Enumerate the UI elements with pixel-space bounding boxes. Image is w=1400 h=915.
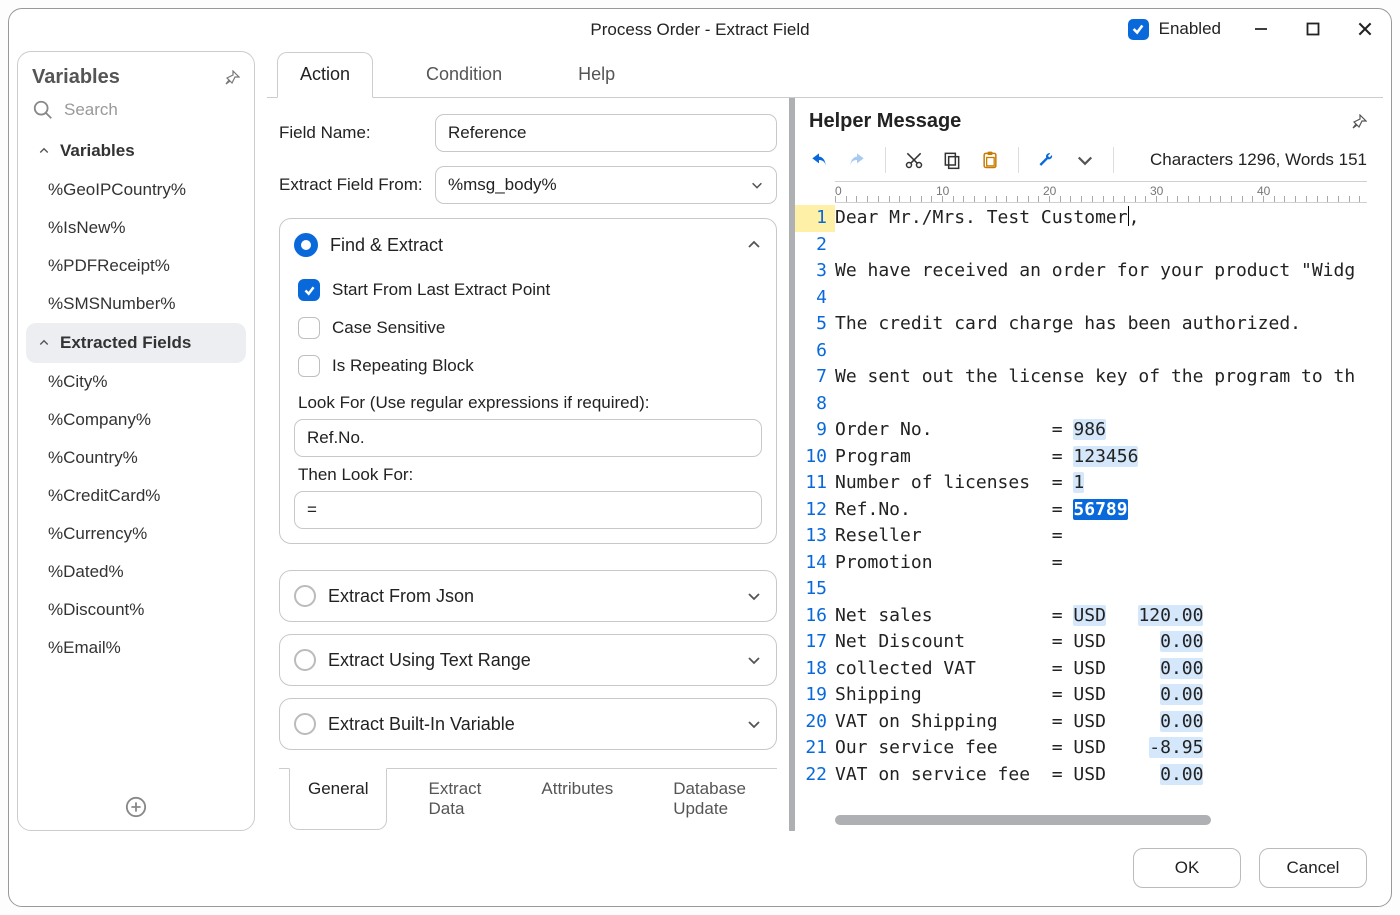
bottom-tab[interactable]: Extract Data (409, 768, 500, 830)
helper-editor[interactable]: 1Dear Mr./Mrs. Test Customer,23We have r… (795, 203, 1383, 811)
collapsed-section[interactable]: Extract From Json (279, 570, 777, 622)
field-name-input[interactable]: Reference (435, 114, 777, 152)
paste-icon[interactable] (980, 150, 1000, 170)
chevron-down-icon (746, 588, 762, 604)
radio-option[interactable] (294, 585, 316, 607)
action-form: Field Name: Reference Extract Field From… (267, 98, 795, 831)
sidebar-item[interactable]: %Email% (26, 629, 246, 667)
sidebar-group[interactable]: Extracted Fields (26, 323, 246, 363)
editor-line[interactable]: 10Program = 123456 (795, 444, 1383, 471)
wrench-icon[interactable] (1037, 150, 1057, 170)
then-look-label: Then Look For: (294, 457, 762, 491)
window-title: Process Order - Extract Field (590, 20, 809, 40)
checkbox-case-sensitive[interactable] (298, 317, 320, 339)
maximize-icon[interactable] (1301, 17, 1325, 41)
minimize-icon[interactable] (1249, 17, 1273, 41)
redo-icon[interactable] (847, 150, 867, 170)
chevron-down-icon (746, 716, 762, 732)
sidebar-item[interactable]: %Discount% (26, 591, 246, 629)
extract-from-label: Extract Field From: (279, 175, 427, 195)
pin-icon[interactable] (1351, 114, 1367, 130)
editor-line[interactable]: 5The credit card charge has been authori… (795, 311, 1383, 338)
editor-line[interactable]: 3We have received an order for your prod… (795, 258, 1383, 285)
editor-line[interactable]: 15 (795, 576, 1383, 603)
enabled-toggle[interactable]: Enabled (1128, 19, 1221, 40)
tab[interactable]: Action (277, 52, 373, 98)
sidebar-item[interactable]: %City% (26, 363, 246, 401)
look-for-label: Look For (Use regular expressions if req… (294, 385, 762, 419)
sidebar-item[interactable]: %GeoIPCountry% (26, 171, 246, 209)
search-input[interactable]: Search (32, 99, 240, 121)
horizontal-scrollbar[interactable] (835, 815, 1211, 825)
editor-line[interactable]: 6 (795, 338, 1383, 365)
collapsed-section[interactable]: Extract Built-In Variable (279, 698, 777, 750)
sidebar-group[interactable]: Variables (26, 131, 246, 171)
editor-line[interactable]: 22VAT on service fee = USD 0.00 (795, 762, 1383, 789)
radio-find-extract[interactable] (294, 233, 318, 257)
bottom-tab[interactable]: Attributes (522, 768, 632, 830)
sidebar-item[interactable]: %PDFReceipt% (26, 247, 246, 285)
copy-icon[interactable] (942, 150, 962, 170)
pin-icon[interactable] (224, 70, 240, 86)
editor-line[interactable]: 20VAT on Shipping = USD 0.00 (795, 709, 1383, 736)
section-title: Find & Extract (330, 235, 443, 256)
close-icon[interactable] (1353, 17, 1377, 41)
sidebar-title: Variables (32, 66, 120, 89)
sidebar-item[interactable]: %SMSNumber% (26, 285, 246, 323)
editor-line[interactable]: 18collected VAT = USD 0.00 (795, 656, 1383, 683)
helper-panel: Helper Message Characte (795, 98, 1383, 831)
cancel-button[interactable]: Cancel (1259, 848, 1367, 888)
bottom-tab[interactable]: Database Update (654, 768, 767, 830)
chevron-down-icon (750, 178, 764, 192)
helper-title: Helper Message (809, 110, 961, 133)
sidebar-item[interactable]: %Company% (26, 401, 246, 439)
sidebar-item[interactable]: %IsNew% (26, 209, 246, 247)
editor-line[interactable]: 9Order No. = 986 (795, 417, 1383, 444)
editor-line[interactable]: 21Our service fee = USD -8.95 (795, 735, 1383, 762)
checkbox-start-last[interactable] (298, 279, 320, 301)
tab[interactable]: Help (555, 52, 638, 98)
chevron-down-icon[interactable] (1075, 150, 1095, 170)
cut-icon[interactable] (904, 150, 924, 170)
editor-line[interactable]: 1Dear Mr./Mrs. Test Customer, (795, 205, 1383, 232)
field-name-label: Field Name: (279, 123, 427, 143)
editor-line[interactable]: 12Ref.No. = 56789 (795, 497, 1383, 524)
sidebar-item[interactable]: %CreditCard% (26, 477, 246, 515)
extract-from-select[interactable]: %msg_body% (435, 166, 777, 204)
editor-line[interactable]: 13Reseller = (795, 523, 1383, 550)
collapsed-section[interactable]: Extract Using Text Range (279, 634, 777, 686)
start-last-label: Start From Last Extract Point (332, 280, 550, 300)
case-sensitive-label: Case Sensitive (332, 318, 445, 338)
sidebar-variables: Variables Search Variables%GeoIPCountry%… (17, 51, 255, 831)
editor-line[interactable]: 14Promotion = (795, 550, 1383, 577)
sidebar-item[interactable]: %Country% (26, 439, 246, 477)
radio-option[interactable] (294, 713, 316, 735)
editor-line[interactable]: 16Net sales = USD 120.00 (795, 603, 1383, 630)
helper-status: Characters 1296, Words 151 (1150, 150, 1367, 170)
editor-line[interactable]: 17Net Discount = USD 0.00 (795, 629, 1383, 656)
editor-line[interactable]: 7We sent out the license key of the prog… (795, 364, 1383, 391)
sidebar-item[interactable]: %Currency% (26, 515, 246, 553)
editor-line[interactable]: 4 (795, 285, 1383, 312)
ok-button[interactable]: OK (1133, 848, 1241, 888)
editor-line[interactable]: 11Number of licenses = 1 (795, 470, 1383, 497)
then-look-input[interactable]: = (294, 491, 762, 529)
undo-icon[interactable] (809, 150, 829, 170)
sidebar-item[interactable]: %Dated% (26, 553, 246, 591)
enabled-label: Enabled (1159, 19, 1221, 39)
bottom-tab[interactable]: General (289, 768, 387, 830)
editor-line[interactable]: 2 (795, 232, 1383, 259)
radio-option[interactable] (294, 649, 316, 671)
repeating-label: Is Repeating Block (332, 356, 474, 376)
section-find-extract: Find & Extract Start From Last Extract P… (279, 218, 777, 544)
search-placeholder: Search (64, 100, 118, 120)
chevron-down-icon (746, 652, 762, 668)
look-for-input[interactable]: Ref.No. (294, 419, 762, 457)
editor-line[interactable]: 19Shipping = USD 0.00 (795, 682, 1383, 709)
checkbox-repeating[interactable] (298, 355, 320, 377)
tab[interactable]: Condition (403, 52, 525, 98)
add-icon[interactable] (125, 796, 147, 818)
chevron-up-icon[interactable] (746, 237, 762, 253)
editor-line[interactable]: 8 (795, 391, 1383, 418)
